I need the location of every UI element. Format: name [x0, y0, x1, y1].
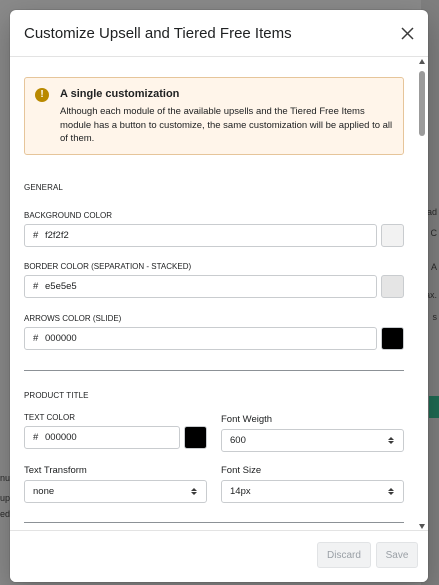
border-color-swatch[interactable]: [381, 275, 404, 298]
bg-fragment: ad: [426, 207, 437, 217]
discard-button[interactable]: Discard: [317, 542, 371, 568]
font-size-label: Font Size: [221, 465, 262, 476]
select-chevron-icon: [188, 488, 200, 495]
border-color-label: BORDER COLOR (SEPARATION - STACKED): [24, 262, 192, 271]
hash-prefix: #: [33, 432, 39, 443]
save-button[interactable]: Save: [376, 542, 418, 568]
arrows-color-value: 000000: [45, 333, 77, 344]
section-title-product-title: PRODUCT TITLE: [24, 391, 89, 400]
border-color-value: e5e5e5: [45, 281, 77, 292]
hash-prefix: #: [33, 230, 39, 241]
close-icon: [400, 26, 414, 40]
font-weight-value: 600: [230, 435, 246, 446]
bg-fragment: s: [432, 312, 438, 322]
font-size-select[interactable]: 14px: [221, 480, 404, 503]
scroll-down-icon[interactable]: [419, 524, 425, 529]
arrows-color-swatch[interactable]: [381, 327, 404, 350]
text-transform-label: Text Transform: [24, 465, 87, 476]
modal-footer: Discard Save: [10, 530, 428, 582]
customize-modal: Customize Upsell and Tiered Free Items !…: [10, 10, 428, 582]
text-color-swatch[interactable]: [184, 426, 207, 449]
modal-body[interactable]: ! A single customization Although each m…: [10, 57, 428, 531]
select-chevron-icon: [385, 437, 397, 444]
text-transform-value: none: [33, 486, 55, 497]
text-color-value: 000000: [45, 432, 77, 443]
banner-text: Although each module of the available up…: [60, 106, 393, 144]
border-color-input[interactable]: # e5e5e5: [24, 275, 377, 298]
bg-fragment: A: [430, 262, 437, 272]
hash-prefix: #: [33, 281, 39, 292]
banner-title: A single customization: [60, 88, 180, 100]
hash-prefix: #: [33, 333, 39, 344]
scroll-up-icon[interactable]: [419, 59, 425, 64]
modal-title: Customize Upsell and Tiered Free Items: [24, 24, 292, 42]
modal-header: Customize Upsell and Tiered Free Items: [10, 10, 428, 57]
section-title-general: GENERAL: [24, 183, 63, 192]
text-transform-select[interactable]: none: [24, 480, 207, 503]
scrollbar[interactable]: [418, 57, 426, 531]
background-color-input[interactable]: # f2f2f2: [24, 224, 377, 247]
section-divider: [24, 370, 404, 371]
arrows-color-label: ARROWS COLOR (SLIDE): [24, 314, 122, 323]
scrollbar-thumb[interactable]: [419, 71, 425, 136]
section-divider: [24, 522, 404, 523]
bg-fragment: C: [430, 228, 438, 238]
warning-icon: !: [35, 88, 49, 102]
text-color-input[interactable]: # 000000: [24, 426, 180, 449]
info-banner: ! A single customization Although each m…: [24, 77, 404, 155]
arrows-color-input[interactable]: # 000000: [24, 327, 377, 350]
background-color-swatch[interactable]: [381, 224, 404, 247]
font-weight-select[interactable]: 600: [221, 429, 404, 452]
background-color-label: BACKGROUND COLOR: [24, 211, 113, 220]
select-chevron-icon: [385, 488, 397, 495]
close-button[interactable]: [396, 22, 418, 44]
text-color-label: TEXT COLOR: [24, 413, 75, 422]
background-color-value: f2f2f2: [45, 230, 69, 241]
background-green-button: [429, 396, 439, 418]
font-size-value: 14px: [230, 486, 251, 497]
font-weight-label: Font Weigth: [221, 414, 273, 425]
